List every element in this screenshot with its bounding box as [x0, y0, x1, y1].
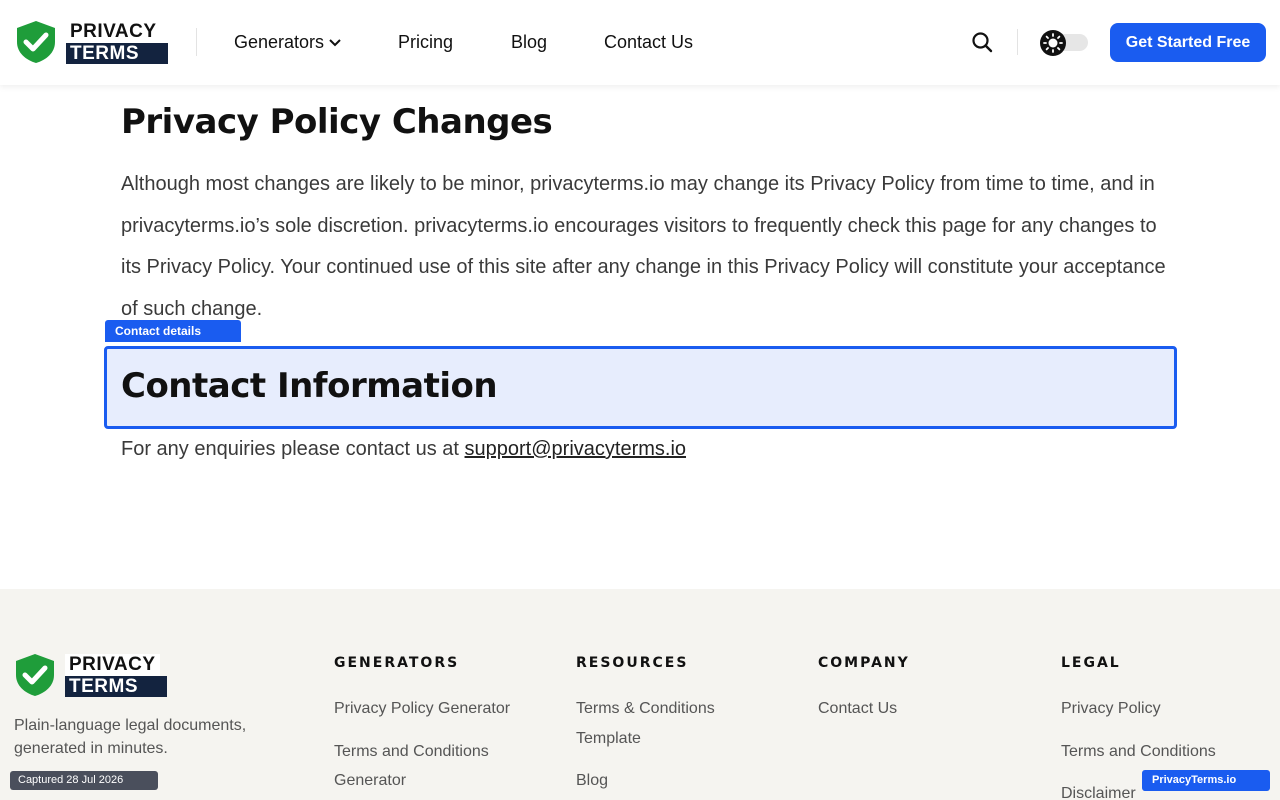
contact-lead: For any enquiries please contact us at	[121, 438, 465, 460]
nav-pricing[interactable]: Pricing	[398, 31, 453, 53]
footer-link[interactable]: Privacy Policy Generator	[334, 694, 544, 724]
nav-contact-us[interactable]: Contact Us	[604, 31, 693, 53]
footer-column-company: COMPANY Contact Us	[818, 655, 1018, 737]
footer-link[interactable]: Contact Us	[818, 694, 1018, 724]
footer-tagline: Plain-language legal documents, generate…	[14, 717, 247, 757]
footer-link[interactable]: Blog	[576, 766, 776, 796]
footer-column-title: RESOURCES	[576, 655, 689, 671]
get-started-button[interactable]: Get Started Free	[1110, 23, 1266, 62]
header-divider	[196, 28, 197, 56]
footer-link[interactable]: Terms and Conditions Generator	[334, 737, 514, 796]
footer-column-title: LEGAL	[1061, 655, 1121, 671]
footer-column-title: GENERATORS	[334, 655, 460, 671]
sun-icon	[1043, 33, 1063, 53]
site-logo[interactable]: PRIVACY TERMS	[15, 20, 170, 66]
footer-link[interactable]: Privacy Policy	[1061, 694, 1271, 724]
chevron-down-icon	[329, 39, 341, 47]
captured-date-badge: Captured 28 Jul 2026	[10, 771, 158, 790]
theme-toggle[interactable]	[1040, 30, 1088, 56]
support-email-link[interactable]: support@privacyterms.io	[465, 438, 686, 460]
nav-generators-label: Generators	[234, 32, 325, 52]
search-icon[interactable]	[970, 30, 994, 54]
footer-column-generators: GENERATORS Privacy Policy Generator Term…	[334, 655, 544, 800]
footer-column-resources: RESOURCES Terms & Conditions Template Bl…	[576, 655, 776, 800]
toggle-knob	[1040, 30, 1066, 56]
logo-word-privacy: PRIVACY	[65, 654, 160, 676]
site-header: PRIVACY TERMS Generators Pricing Blog Co…	[0, 0, 1280, 85]
nav-blog[interactable]: Blog	[511, 31, 547, 53]
privacy-changes-paragraph: Although most changes are likely to be m…	[121, 173, 1166, 320]
contact-heading: Contact Information	[121, 366, 498, 406]
highlight-tag: Contact details	[105, 320, 241, 342]
footer-link[interactable]: Terms & Conditions Template	[576, 694, 736, 753]
nav-generators[interactable]: Generators	[234, 31, 341, 53]
privacy-changes-heading: Privacy Policy Changes	[121, 102, 553, 142]
logo-word-terms: TERMS	[65, 676, 167, 697]
site-footer: PRIVACY TERMS Plain-language legal docum…	[0, 589, 1280, 800]
logo-word-terms: TERMS	[66, 43, 168, 64]
header-divider	[1017, 29, 1018, 55]
shield-check-icon	[17, 21, 55, 63]
contact-line: For any enquiries please contact us at s…	[121, 436, 686, 462]
footer-logo[interactable]: PRIVACY TERMS	[14, 653, 169, 699]
footer-link[interactable]: Terms and Conditions	[1061, 737, 1271, 767]
footer-column-title: COMPANY	[818, 655, 910, 671]
shield-check-icon	[16, 654, 54, 696]
site-source-badge: PrivacyTerms.io	[1142, 770, 1270, 791]
logo-word-privacy: PRIVACY	[66, 21, 161, 43]
